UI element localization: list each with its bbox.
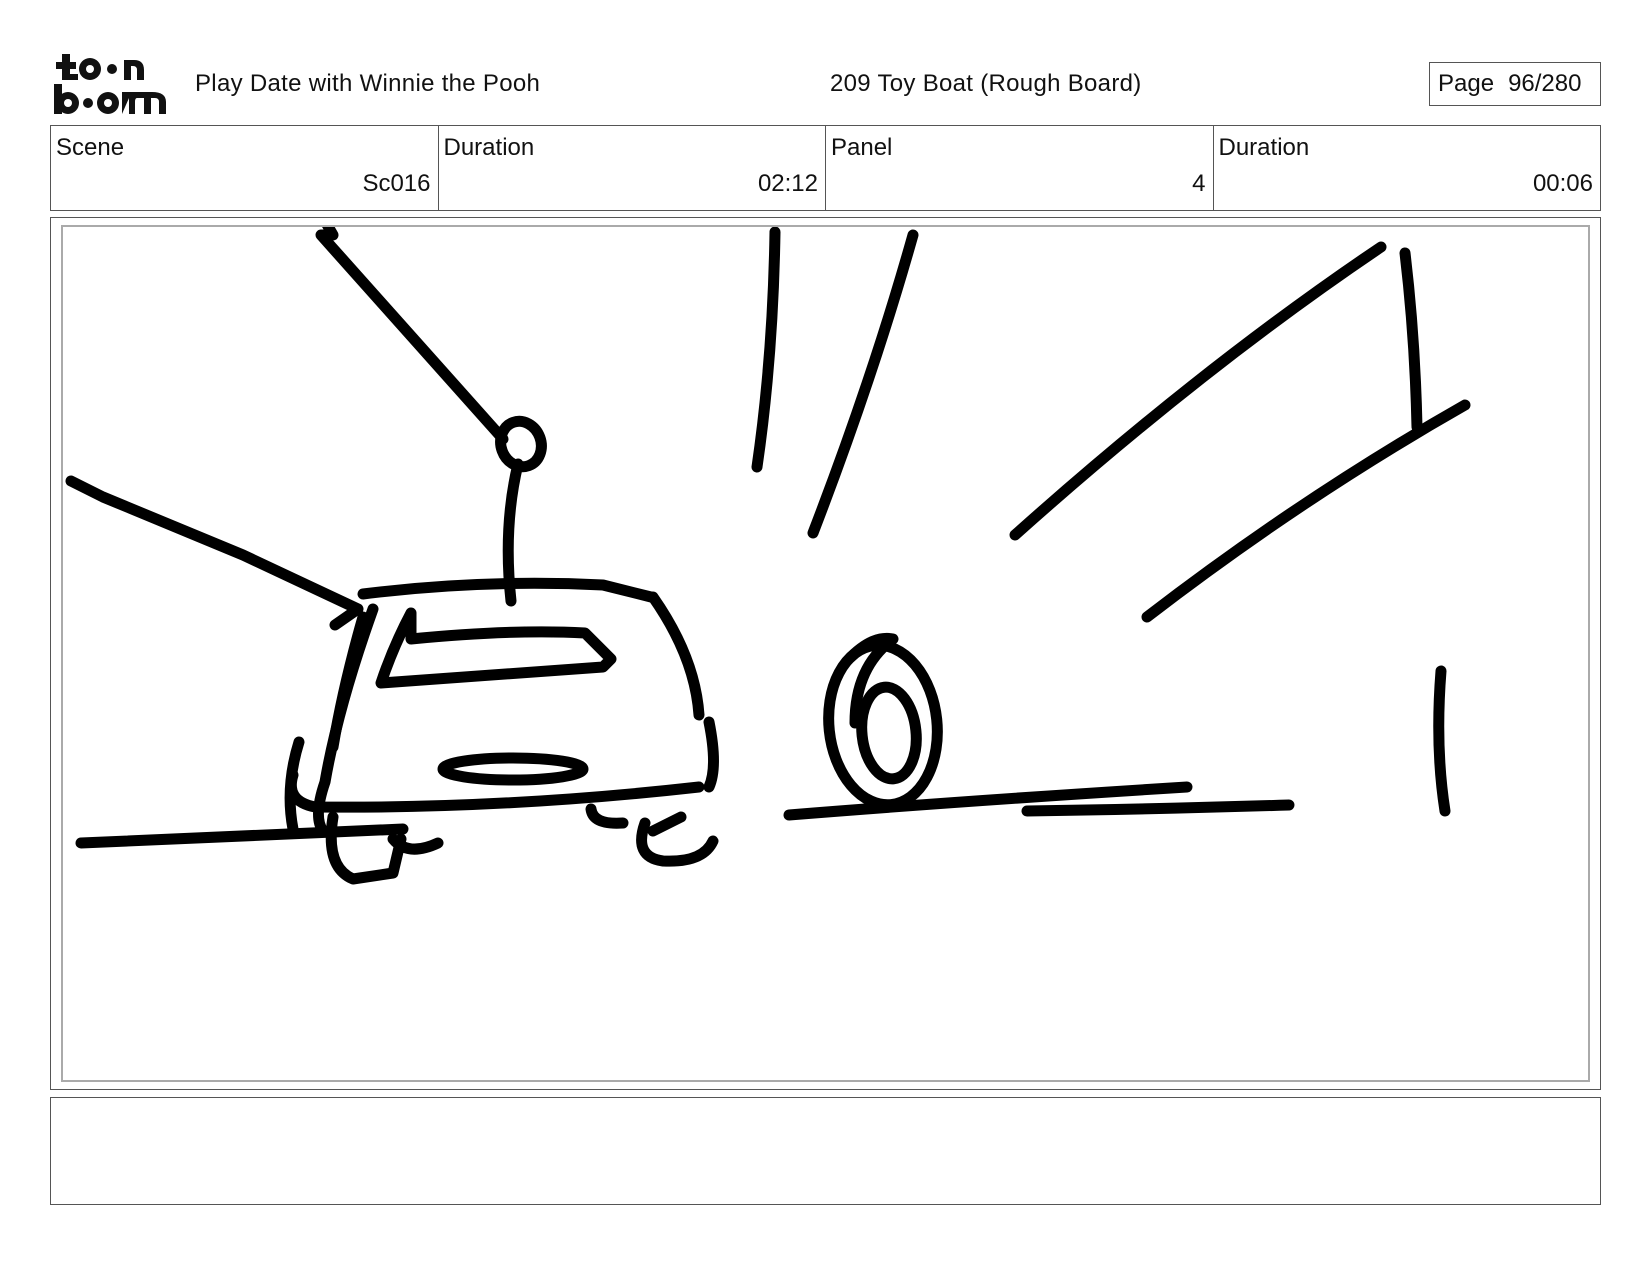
panel-label: Panel [831, 134, 893, 161]
ball-inner [856, 681, 922, 785]
car-right-rear [703, 716, 719, 793]
panel-duration-cell: Duration 00:06 [1214, 126, 1601, 210]
car-right-side [647, 591, 705, 721]
board-title: 209 Toy Boat (Rough Board) [830, 70, 1142, 97]
car-window [375, 607, 617, 689]
scene-info-table: Scene Sc016 Duration 02:12 Panel 4 Durat… [50, 125, 1601, 211]
speed-line-6 [1433, 665, 1451, 817]
scene-cell: Scene Sc016 [51, 126, 439, 210]
car-left-side-shade [327, 611, 369, 753]
string-line [315, 227, 509, 445]
scene-duration-value: 02:12 [757, 170, 818, 197]
panel-sketch [65, 227, 1471, 885]
page-number: 96/280 [1508, 70, 1582, 97]
speed-line-2 [807, 229, 919, 539]
toon-boom-logo [54, 54, 166, 114]
panel-duration-value: 00:06 [1532, 170, 1593, 197]
scene-duration-cell: Duration 02:12 [439, 126, 826, 210]
speed-line-1 [751, 227, 781, 473]
car-left-side [313, 603, 379, 837]
project-title: Play Date with Winnie the Pooh [195, 70, 541, 97]
page-label: Page [1438, 70, 1495, 97]
car-license-plate [437, 752, 589, 786]
speed-line-4 [1399, 247, 1423, 433]
page-indicator: Page 96/280 [1429, 62, 1601, 106]
panel-cell: Panel 4 [826, 126, 1214, 210]
left-perspective-line [65, 475, 364, 631]
scene-label: Scene [56, 134, 125, 161]
panel-notes [50, 1097, 1601, 1205]
storyboard-panel [61, 225, 1590, 1082]
car-wheel-right [585, 803, 719, 867]
speed-line-5 [1141, 399, 1471, 623]
scene-value: Sc016 [362, 170, 431, 197]
ball-outer [823, 639, 943, 811]
panel-value: 4 [1192, 170, 1206, 197]
panel-duration-label: Duration [1218, 134, 1310, 161]
ground-line-left [75, 823, 409, 849]
scene-duration-label: Duration [443, 134, 535, 161]
